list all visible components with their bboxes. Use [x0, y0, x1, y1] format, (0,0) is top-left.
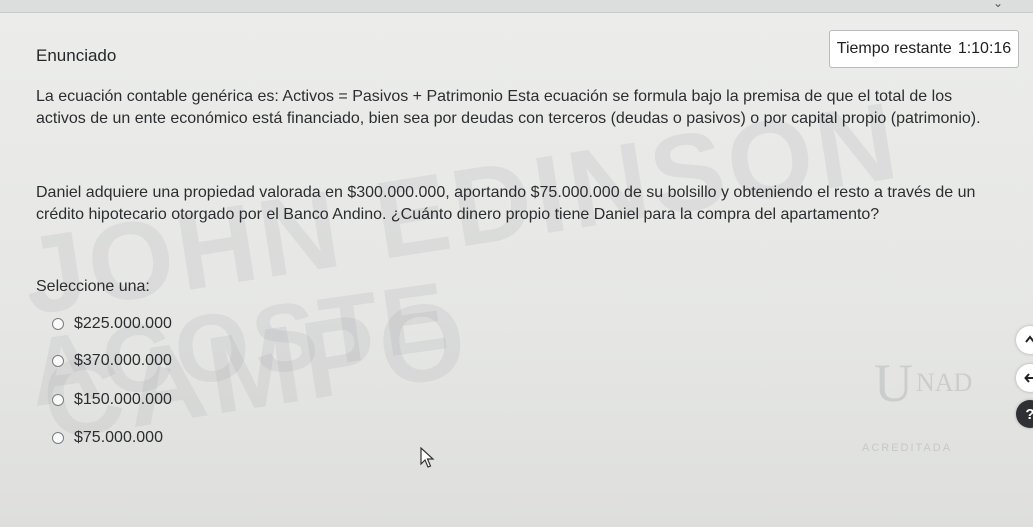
chevron-up-icon[interactable] [1016, 326, 1033, 354]
answer-option-label: $370.000.000 [74, 352, 172, 369]
answer-option[interactable]: $150.000.000 [52, 391, 172, 409]
arrow-left-icon[interactable] [1016, 364, 1033, 392]
answer-option-label: $150.000.000 [74, 391, 172, 408]
timer-value: 1:10:16 [957, 40, 1012, 57]
top-strip: ⌄ [0, 0, 1033, 13]
timer-label: Tiempo restante [836, 40, 952, 57]
unad-logo: U NAD ACREDITADA [862, 352, 1012, 472]
answer-option[interactable]: $370.000.000 [52, 352, 172, 370]
answer-option[interactable]: $225.000.000 [52, 315, 172, 333]
question-paragraph-1: La ecuación contable genérica es: Activo… [36, 88, 981, 127]
page: ⌄ JOHN EDINSON CAMPO ACOSTE Enunciado Ti… [0, 0, 1033, 527]
question-paragraph-2: Daniel adquiere una propiedad valorada e… [36, 184, 976, 223]
answer-option-label: $75.000.000 [74, 429, 163, 446]
logo-letters-nad: NAD [916, 368, 973, 397]
radio-button[interactable] [52, 394, 64, 406]
question-icon[interactable]: ? [1016, 400, 1033, 428]
select-prompt: Seleccione una: [36, 278, 150, 295]
mouse-cursor-icon [420, 447, 435, 468]
logo-badge: ACREDITADA [862, 442, 953, 454]
answer-option[interactable]: $75.000.000 [52, 429, 163, 447]
radio-button[interactable] [52, 318, 64, 330]
window-control-icon[interactable]: ⌄ [993, 0, 1003, 10]
page-title: Enunciado [36, 46, 117, 65]
radio-button[interactable] [52, 355, 64, 367]
timer-box: Tiempo restante 1:10:16 [829, 30, 1019, 68]
radio-button[interactable] [52, 432, 64, 444]
logo-letter-u: U [874, 353, 913, 413]
answer-option-label: $225.000.000 [74, 315, 172, 332]
